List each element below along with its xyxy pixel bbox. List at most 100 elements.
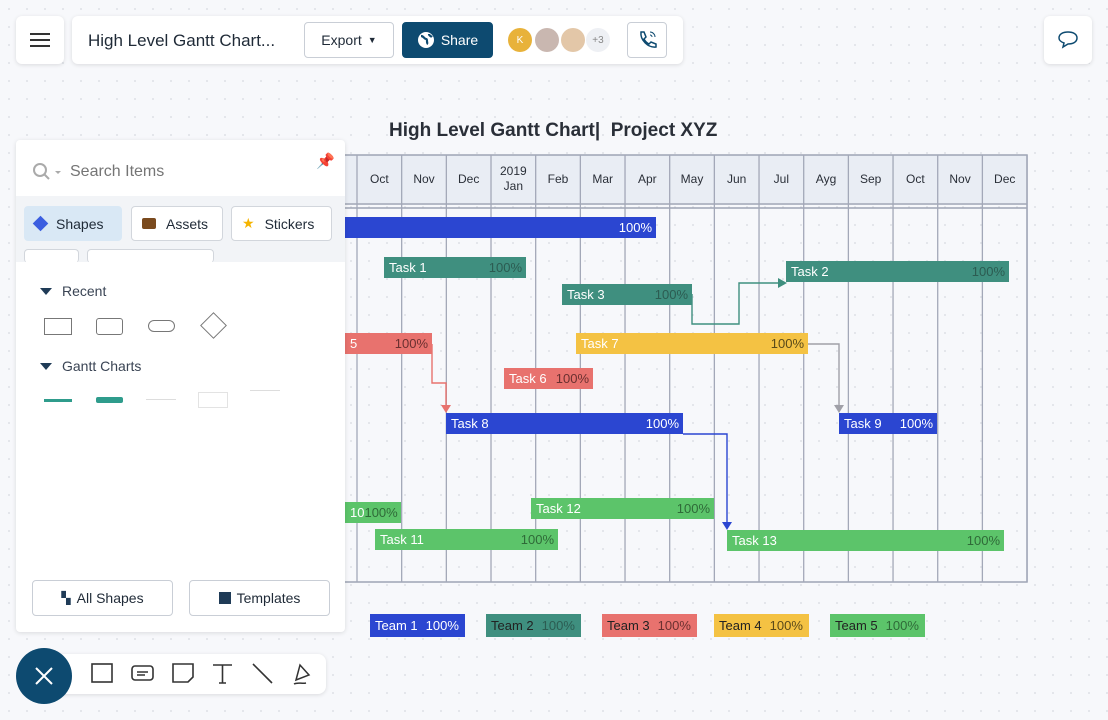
task-percent: 100% xyxy=(520,532,554,547)
legend-percent: 100% xyxy=(541,618,575,633)
dependency-connector xyxy=(431,344,447,407)
arrow-head xyxy=(834,405,844,413)
legend-label: Team 3 xyxy=(607,618,650,633)
task-label: Task 3 xyxy=(567,287,605,302)
shape-pill[interactable] xyxy=(148,320,175,332)
task-percent: 100% xyxy=(645,416,679,431)
tab-assets[interactable]: Assets xyxy=(131,206,223,241)
search-input[interactable] xyxy=(70,160,290,184)
task-percent: 100% xyxy=(966,533,1000,548)
month-header: Mar xyxy=(592,171,613,186)
month-header: Oct xyxy=(369,171,389,186)
task-percent: 100% xyxy=(364,505,398,520)
pen-tool-icon[interactable] xyxy=(290,660,316,686)
task-percent: 100% xyxy=(971,264,1005,279)
task-percent: 100% xyxy=(555,371,589,386)
month-header: Sep xyxy=(860,171,882,186)
month-header: Apr xyxy=(638,171,657,186)
pin-icon[interactable]: 📌 xyxy=(316,152,335,170)
task-label: Task 8 xyxy=(451,416,489,431)
collapse-icon xyxy=(40,287,52,295)
task-bar[interactable]: Task 1 100% xyxy=(384,257,526,278)
task-bar[interactable]: Task 11 100% xyxy=(375,529,558,550)
legend-item: Team 1 100% xyxy=(370,614,465,637)
all-shapes-button[interactable]: ▚ All Shapes xyxy=(32,580,173,616)
task-label: Task 9 xyxy=(844,416,882,431)
month-header: Nov xyxy=(413,171,435,186)
shapes-panel: 📌 Shapes Assets ★Stickers Recent Gantt C… xyxy=(16,140,345,632)
task-label: Task 7 xyxy=(581,336,619,351)
legend-label: Team 2 xyxy=(491,618,534,633)
task-bar[interactable]: Task 7 100% xyxy=(576,333,808,354)
gantt-label-shape[interactable] xyxy=(146,399,176,400)
task-bar[interactable]: 100% xyxy=(345,217,656,238)
task-bar[interactable]: Task 6 100% xyxy=(504,368,593,389)
task-percent: 100% xyxy=(618,220,652,235)
month-header: 2019 Jan xyxy=(499,164,527,193)
shape-rectangle[interactable] xyxy=(44,318,72,335)
legend-percent: 100% xyxy=(425,618,459,633)
month-header: Feb xyxy=(547,171,569,186)
line-tool-icon[interactable] xyxy=(250,660,276,686)
task-bar[interactable]: Task 9 100% xyxy=(839,413,937,434)
tab-stickers[interactable]: ★ Stickers xyxy=(231,206,332,241)
task-bar[interactable]: Task 2 100% xyxy=(786,261,1009,282)
gantt-bar-rounded-shape[interactable] xyxy=(96,397,123,403)
diamond-icon xyxy=(32,215,49,232)
text-tool-icon[interactable] xyxy=(210,660,236,686)
task-bar[interactable]: Task 13 100% xyxy=(727,530,1004,551)
month-header: Nov xyxy=(949,171,971,186)
task-percent: 100% xyxy=(654,287,688,302)
star-icon: ★ xyxy=(242,215,255,231)
shape-rounded-rectangle[interactable] xyxy=(96,318,123,335)
rectangle-tool-icon[interactable] xyxy=(90,660,116,686)
collapse-icon xyxy=(40,362,52,370)
tab-more[interactable] xyxy=(24,249,79,263)
task-label: 5 xyxy=(350,336,358,351)
month-header: Ayg xyxy=(815,171,837,186)
shape-diamond[interactable] xyxy=(200,312,227,339)
legend-label: Team 4 xyxy=(719,618,762,633)
close-button[interactable] xyxy=(16,648,72,704)
arrow-head xyxy=(722,522,732,530)
month-header: Oct xyxy=(906,171,925,186)
section-recent[interactable]: Recent xyxy=(40,283,106,299)
task-bar[interactable]: Task 8 100% xyxy=(446,413,683,434)
task-bar[interactable]: 10 100% xyxy=(345,502,401,523)
gantt-table-shape[interactable] xyxy=(198,392,228,408)
tab-more[interactable] xyxy=(87,249,214,263)
task-label: Task 13 xyxy=(732,533,777,548)
legend-item: Team 4 100% xyxy=(714,614,809,637)
legend-item: Team 2 100% xyxy=(486,614,581,637)
task-percent: 100% xyxy=(394,336,428,351)
templates-button[interactable]: Templates xyxy=(189,580,330,616)
task-label: 10 xyxy=(350,505,365,520)
task-bar[interactable]: Task 12 100% xyxy=(531,498,714,519)
section-gantt-charts[interactable]: Gantt Charts xyxy=(40,358,141,374)
dependency-connector xyxy=(808,343,840,407)
gantt-header-shape[interactable] xyxy=(250,390,280,394)
task-label: Task 6 xyxy=(509,371,547,386)
month-header: May xyxy=(680,171,704,186)
legend-percent: 100% xyxy=(769,618,803,633)
legend-label: Team 5 xyxy=(835,618,878,633)
month-header: Jun xyxy=(727,171,747,186)
template-icon xyxy=(218,592,231,604)
grid-icon: ▚ xyxy=(61,591,71,605)
task-label: Task 11 xyxy=(380,532,424,547)
task-label: Task 12 xyxy=(536,501,581,516)
legend-percent: 100% xyxy=(657,618,691,633)
gantt-bar-shape[interactable] xyxy=(44,399,72,402)
task-bar[interactable]: Task 3 100% xyxy=(562,284,692,305)
arrow-head xyxy=(441,405,451,413)
month-header: Dec xyxy=(994,171,1016,186)
task-percent: 100% xyxy=(488,260,522,275)
tab-shapes[interactable]: Shapes xyxy=(24,206,122,241)
task-bar[interactable]: 5 100% xyxy=(345,333,432,354)
card-tool-icon[interactable] xyxy=(130,660,156,686)
sticky-note-tool-icon[interactable] xyxy=(170,660,196,686)
legend-item: Team 3 100% xyxy=(602,614,697,637)
task-label: Task 2 xyxy=(791,264,829,279)
legend-item: Team 5 100% xyxy=(830,614,925,637)
month-header: Jul xyxy=(773,171,790,186)
